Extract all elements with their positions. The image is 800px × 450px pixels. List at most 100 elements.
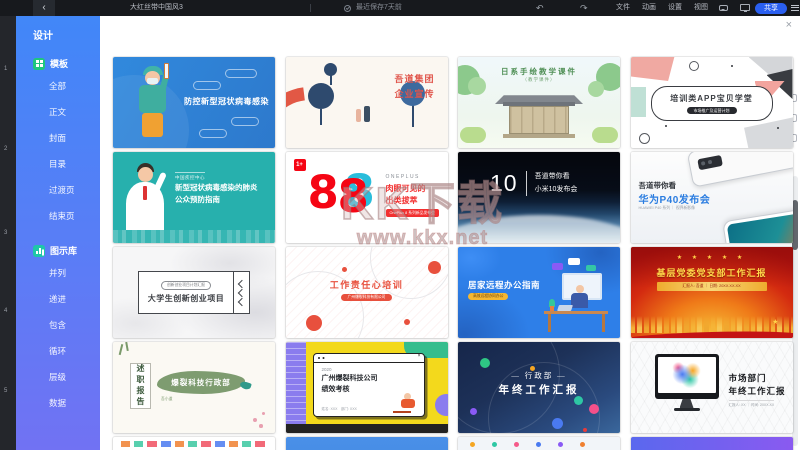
sidebar-item-transition[interactable]: 过渡页	[16, 177, 100, 203]
chevron-icons	[233, 272, 249, 313]
phone-illustration	[686, 152, 793, 188]
city-silhouette	[113, 230, 275, 243]
section-label: 图示库	[50, 246, 78, 256]
section-diagrams[interactable]: 图示库	[33, 244, 100, 257]
slide-number: 2	[4, 146, 8, 152]
menu-view[interactable]: 视图	[694, 0, 708, 16]
present-icon[interactable]	[740, 4, 750, 12]
title-line: 企业宣传	[394, 89, 435, 100]
template-card-handdrawn-courseware[interactable]: 日系手绘教学课件 （教学课件）	[458, 57, 620, 148]
sidebar-item-ending[interactable]: 结束页	[16, 203, 100, 229]
slide-number: 4	[4, 308, 8, 314]
template-card-partial[interactable]	[285, 437, 448, 450]
sidebar-title: 设计	[33, 31, 53, 42]
title-line: 吾道带你看	[534, 173, 570, 181]
template-grid: 防控新型冠状病毒感染 吾道集团 企业宣传 日系手绘教学课件 （教学课件） 培训类…	[113, 57, 793, 450]
template-title: 爆裂科技行政部	[171, 378, 231, 387]
redo-button[interactable]: ↷	[580, 0, 588, 16]
vertical-title: 述职报告	[136, 364, 145, 408]
share-button[interactable]: 共享	[755, 2, 787, 14]
template-card-performance-review[interactable]: 2020 广州爆裂科技公司 绩效考核 姓名: XXX 部门: XXX	[285, 342, 448, 433]
template-caption: 汇报人: XX ｜ 时间: 20XX.XX	[728, 400, 775, 408]
sidebar-item-toc[interactable]: 目录	[16, 151, 100, 177]
save-sync-icon	[344, 4, 351, 12]
slide-number: 1	[4, 66, 8, 72]
template-title: 基层党委党支部工作汇报	[656, 268, 767, 278]
close-icon[interactable]: ×	[786, 19, 792, 31]
template-card-responsibility-training[interactable]: 工作责任心培训 广州爆裂科技有限公司	[285, 247, 448, 338]
title-box: 培训类APP宝贝学堂 市场推广及运营计划	[650, 86, 773, 121]
template-title: 工作责任心培训	[329, 280, 404, 290]
template-caption: 姓名: XXX 部门: XXX	[321, 407, 357, 411]
template-caption: 汇报人: 吾道 ｜ 日期: 20XX.XX.XX	[656, 282, 767, 291]
hamburger-menu-icon[interactable]	[791, 4, 799, 11]
divider	[310, 4, 311, 12]
imac-stand	[679, 399, 694, 408]
template-card-covid-guide[interactable]: 中国疾控中心 新型冠状病毒感染的肺炎 公众预防指南	[113, 152, 275, 243]
title-line: 公众预防指南	[175, 194, 220, 204]
bottom-band	[285, 424, 448, 433]
sidebar-item-cycle[interactable]: 循环	[16, 338, 100, 364]
sidebar-item-data[interactable]: 数据	[16, 390, 100, 416]
template-grid-icon	[33, 57, 45, 70]
vertical-title-box: 述职报告	[130, 363, 151, 409]
imac-illustration	[654, 354, 719, 399]
template-title: 吾道集团 企业宣传	[394, 72, 434, 103]
template-gallery-panel: × KK下载 www.kkx.net 防控新型冠状病毒感染 吾道集团 企业宣传 …	[100, 16, 800, 450]
author-label: 吾小道	[161, 397, 173, 401]
sidebar-item-hierarchy[interactable]: 层级	[16, 364, 100, 390]
section-templates[interactable]: 模板	[33, 57, 100, 70]
oneplus-logo: 1+	[293, 159, 306, 171]
menu-settings[interactable]: 设置	[668, 0, 682, 16]
template-title: 培训类APP宝贝学堂	[670, 94, 753, 104]
big-number: 8	[337, 170, 369, 223]
template-card-admin-yearend[interactable]: — 行政部 — 年终工作汇报	[458, 342, 620, 433]
back-button[interactable]: ‹	[33, 0, 55, 16]
template-card-market-yearend[interactable]: 市场部门 年终工作汇报 汇报人: XX ｜ 时间: 20XX.XX	[630, 342, 793, 433]
sidebar-item-progressive[interactable]: 递进	[16, 286, 100, 312]
template-card-partial[interactable]	[458, 437, 620, 450]
template-card-party-report[interactable]: ★ ★ ★ ★ ★ 基层党委党支部工作汇报 汇报人: 吾道 ｜ 日期: 20XX…	[630, 247, 793, 338]
template-title: 市场部门 年终工作汇报	[729, 372, 786, 398]
year-label: 2020	[321, 367, 332, 372]
template-card-innovation-project[interactable]: 创新创业项目计划汇报 大学生创新创业项目	[113, 247, 275, 338]
menu-file[interactable]: 文件	[616, 0, 630, 16]
top-bar: ‹ 大红丝带中国风3 最近保存7天前 ↶ ↷ 文件 动画 设置 视图 共享	[0, 0, 800, 16]
template-card-huawei-launch[interactable]: 吾道带你看 华为P40发布会 HUAWEI P40 系列 ｜ 视界新影像	[630, 152, 793, 243]
title-line: 肉眼可见的	[385, 184, 426, 193]
sidebar-item-all[interactable]: 全部	[16, 73, 100, 99]
person-illustration	[392, 393, 419, 413]
template-card-partial[interactable]	[630, 437, 793, 450]
sidebar-item-body[interactable]: 正文	[16, 99, 100, 125]
undo-button[interactable]: ↶	[536, 0, 544, 16]
menu-animation[interactable]: 动画	[642, 0, 656, 16]
organization-label: 中国疾控中心	[175, 172, 205, 181]
template-card-remote-work[interactable]: 居家远程办公指南 高效远程协同办公	[458, 247, 620, 338]
template-card-training-app[interactable]: 培训类APP宝贝学堂 市场推广及运营计划	[630, 57, 793, 148]
title-line: 出类拔萃	[385, 196, 418, 205]
template-card-xiaomi-launch[interactable]: 10 吾道带你看 小米10发布会	[458, 152, 620, 243]
comment-icon[interactable]	[719, 4, 728, 11]
template-title: 广州爆裂科技公司 绩效考核	[322, 374, 378, 396]
sidebar-item-contain[interactable]: 包含	[16, 312, 100, 338]
template-card-duty-report[interactable]: 述职报告 爆裂科技行政部 吾小道	[113, 342, 275, 433]
design-sidebar: 设计 模板 全部 正文 封面 目录 过渡页 结束页 图示库 并列 递进 包含 循…	[16, 16, 100, 450]
slide-panel-strip[interactable]: 1 2 3 4 5	[0, 16, 16, 450]
template-title: 日系手绘教学课件	[501, 67, 577, 76]
template-card-oneplus-launch[interactable]: 1+ 8 8 8 ONEPLUS 肉眼可见的 出类拔萃 OnePlus 8 系列…	[285, 152, 448, 243]
template-card-partial[interactable]	[113, 437, 275, 450]
tag-pill	[225, 69, 257, 78]
scrollbar-thumb[interactable]	[792, 200, 798, 250]
template-title: 防控新型冠状病毒感染	[184, 97, 269, 106]
star-decor: ★	[772, 319, 779, 326]
template-card-company-promo[interactable]: 吾道集团 企业宣传	[285, 57, 448, 148]
template-title: 大学生创新创业项目	[147, 293, 225, 303]
sidebar-item-parallel[interactable]: 并列	[16, 260, 100, 286]
template-badge: 市场推广及运营计划	[686, 106, 737, 114]
stars-decor: ★ ★ ★ ★ ★	[676, 255, 747, 261]
sidebar-item-cover[interactable]: 封面	[16, 125, 100, 151]
section-label: 模板	[50, 59, 69, 69]
template-card-covid-prevention[interactable]: 防控新型冠状病毒感染	[113, 57, 275, 148]
road-illustration	[285, 64, 389, 148]
side-band-decor	[285, 342, 306, 433]
